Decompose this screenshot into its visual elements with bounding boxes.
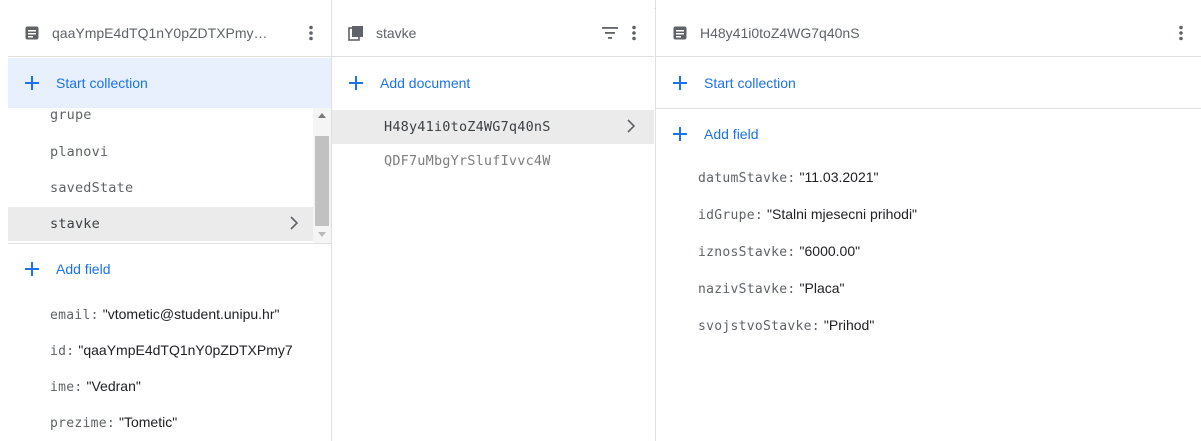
- panel3-header: H48y41i0toZ4WG7q40nS: [656, 9, 1201, 57]
- field-row-iznosstavke[interactable]: iznosStavke: "6000.00": [698, 243, 860, 260]
- start-collection-button[interactable]: Start collection: [656, 58, 1201, 108]
- more-options-icon[interactable]: [301, 21, 321, 45]
- field-row-idgrupe[interactable]: idGrupe: "Stalni mjesecni prihodi": [698, 206, 917, 223]
- document-icon: [672, 25, 688, 41]
- collection-label: grupe: [50, 108, 92, 123]
- field-key: id:: [50, 344, 75, 359]
- more-options-icon[interactable]: [1171, 21, 1191, 45]
- document-panel-user: qaaYmpE4dTQ1nY0pZDTXPmy… Start collectio…: [8, 0, 331, 441]
- add-field-label: Add field: [704, 126, 759, 142]
- collection-item-grupe[interactable]: grupe: [8, 108, 313, 132]
- add-document-button[interactable]: Add document: [332, 58, 654, 108]
- field-row-prezime[interactable]: prezime: "Tometic": [50, 414, 177, 431]
- scrollbar-thumb[interactable]: [315, 136, 329, 226]
- add-field-button[interactable]: Add field: [656, 109, 1201, 159]
- scroll-up-arrow-icon[interactable]: [318, 113, 326, 118]
- chevron-right-icon: [289, 216, 299, 233]
- panel1-header: qaaYmpE4dTQ1nY0pZDTXPmy…: [8, 9, 331, 57]
- field-row-nazivstavke[interactable]: nazivStavke: "Placa": [698, 280, 845, 297]
- add-document-label: Add document: [380, 75, 471, 91]
- field-row-svojstvostavke[interactable]: svojstvoStavke: "Prihod": [698, 317, 874, 334]
- field-row-datumstavke[interactable]: datumStavke: "11.03.2021": [698, 169, 879, 186]
- document-panel-stavka: H48y41i0toZ4WG7q40nS Start collection Ad…: [655, 0, 1201, 441]
- field-key: datumStavke:: [698, 171, 796, 186]
- collection-label: planovi: [50, 144, 109, 160]
- collection-label: savedState: [50, 180, 134, 196]
- start-collection-button[interactable]: Start collection: [8, 58, 331, 108]
- field-value: "Vedran": [86, 378, 141, 394]
- collection-item-stavke[interactable]: stavke: [8, 207, 313, 241]
- chevron-right-icon: [626, 119, 636, 136]
- document-item-selected[interactable]: H48y41i0toZ4WG7q40nS: [332, 110, 654, 144]
- field-key: iznosStavke:: [698, 245, 796, 260]
- plus-icon: [672, 126, 688, 142]
- panel2-title: stavke: [376, 24, 417, 41]
- collection-list: grupe planovi savedState stavke: [8, 108, 331, 243]
- field-value: "Stalni mjesecni prihodi": [767, 206, 918, 222]
- field-key: idGrupe:: [698, 208, 764, 223]
- field-value: "Prihod": [823, 317, 875, 333]
- field-key: email:: [50, 308, 99, 323]
- collection-scrollbar[interactable]: [313, 108, 331, 243]
- collection-item-savedstate[interactable]: savedState: [8, 171, 313, 205]
- field-value: "Tometic": [119, 414, 178, 430]
- panel1-title: qaaYmpE4dTQ1nY0pZDTXPmy…: [52, 24, 268, 41]
- plus-icon: [672, 75, 688, 91]
- plus-icon: [24, 261, 40, 277]
- panel3-title: H48y41i0toZ4WG7q40nS: [700, 24, 860, 41]
- add-field-button[interactable]: Add field: [8, 244, 331, 294]
- start-collection-label: Start collection: [704, 75, 796, 91]
- filter-icon[interactable]: [598, 21, 622, 45]
- plus-icon: [24, 75, 40, 91]
- collection-label: stavke: [50, 216, 100, 232]
- document-item[interactable]: QDF7uMbgYrSlufIvvc4W: [332, 144, 654, 178]
- collection-panel-stavke: stavke Add document H48y41i0toZ4WG7q40nS…: [331, 0, 654, 441]
- field-row-id[interactable]: id: "qaaYmpE4dTQ1nY0pZDTXPmy7: [50, 342, 293, 359]
- field-value: "Placa": [799, 280, 845, 296]
- field-value: "qaaYmpE4dTQ1nY0pZDTXPmy7: [78, 342, 293, 358]
- collection-icon: [348, 25, 364, 41]
- field-key: ime:: [50, 380, 83, 395]
- field-value: "vtometic@student.unipu.hr": [102, 306, 280, 322]
- field-key: nazivStavke:: [698, 282, 796, 297]
- field-row-email[interactable]: email: "vtometic@student.unipu.hr": [50, 306, 279, 323]
- document-id: H48y41i0toZ4WG7q40nS: [384, 119, 551, 135]
- field-row-ime[interactable]: ime: "Vedran": [50, 378, 141, 395]
- more-options-icon[interactable]: [624, 21, 644, 45]
- document-icon: [24, 25, 40, 41]
- add-field-label: Add field: [56, 261, 111, 277]
- field-value: "11.03.2021": [799, 169, 879, 185]
- plus-icon: [348, 75, 364, 91]
- document-id: QDF7uMbgYrSlufIvvc4W: [384, 153, 551, 169]
- scroll-down-arrow-icon[interactable]: [318, 232, 326, 237]
- start-collection-label: Start collection: [56, 75, 148, 91]
- field-key: prezime:: [50, 416, 116, 431]
- field-value: "6000.00": [799, 243, 861, 259]
- field-key: svojstvoStavke:: [698, 319, 820, 334]
- panel2-header: stavke: [332, 9, 654, 57]
- collection-item-planovi[interactable]: planovi: [8, 135, 313, 169]
